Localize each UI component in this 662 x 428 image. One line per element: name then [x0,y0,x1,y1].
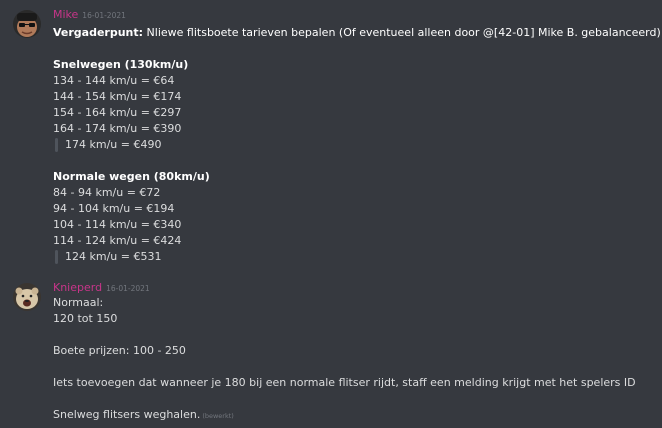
list-item: 144 - 154 km/u = €174 [53,90,182,103]
list-item: 164 - 174 km/u = €390 [53,122,182,135]
list-item: 120 tot 150 [53,312,118,325]
username[interactable]: Mike [53,8,78,21]
timestamp: 16-01-2021 [106,284,150,293]
list-item: Snelweg flitsers weghalen. (bewerkt) [53,407,653,423]
username[interactable]: Knieperd [53,281,102,294]
message-body: Normaal: 120 tot 150 Boete prijzen: 100 … [53,295,653,423]
edited-label: (bewerkt) [202,412,234,420]
list-item: 154 - 164 km/u = €297 [53,106,182,119]
timestamp: 16-01-2021 [82,11,126,20]
normal-heading: Normale wegen (80km/u) [53,170,210,183]
list-item: Iets toevoegen dat wanneer je 180 bij ee… [53,376,636,389]
message-header: Mike 16-01-2021 [53,8,126,22]
mike-avatar-icon[interactable] [13,10,41,38]
list-item: 84 - 94 km/u = €72 [53,186,161,199]
list-item: Normaal: [53,296,104,309]
message-text: Snelweg flitsers weghalen. [53,408,201,421]
agenda-text: Nliewe flitsboete tarieven bepalen (Of e… [143,26,661,39]
block-quote: 174 km/u = €490 [53,137,653,153]
list-item: 104 - 114 km/u = €340 [53,218,182,231]
list-item: 114 - 124 km/u = €424 [53,234,182,247]
block-quote: 124 km/u = €531 [53,249,653,265]
knieperd-avatar-icon[interactable] [13,283,41,311]
agenda-line: Vergaderpunt: Nliewe flitsboete tarieven… [53,25,661,41]
chat-log: Mike 16-01-2021 Vergaderpunt: Nliewe flit… [0,0,662,428]
highway-heading: Snelwegen (130km/u) [53,58,189,71]
message-header: Knieperd 16-01-2021 [53,281,150,295]
agenda-label: Vergaderpunt: [53,26,144,39]
message-body: Vergaderpunt: Nliewe flitsboete tarieven… [53,25,661,265]
list-item: 94 - 104 km/u = €194 [53,202,175,215]
list-item: 134 - 144 km/u = €64 [53,74,175,87]
list-item: Boete prijzen: 100 - 250 [53,344,186,357]
